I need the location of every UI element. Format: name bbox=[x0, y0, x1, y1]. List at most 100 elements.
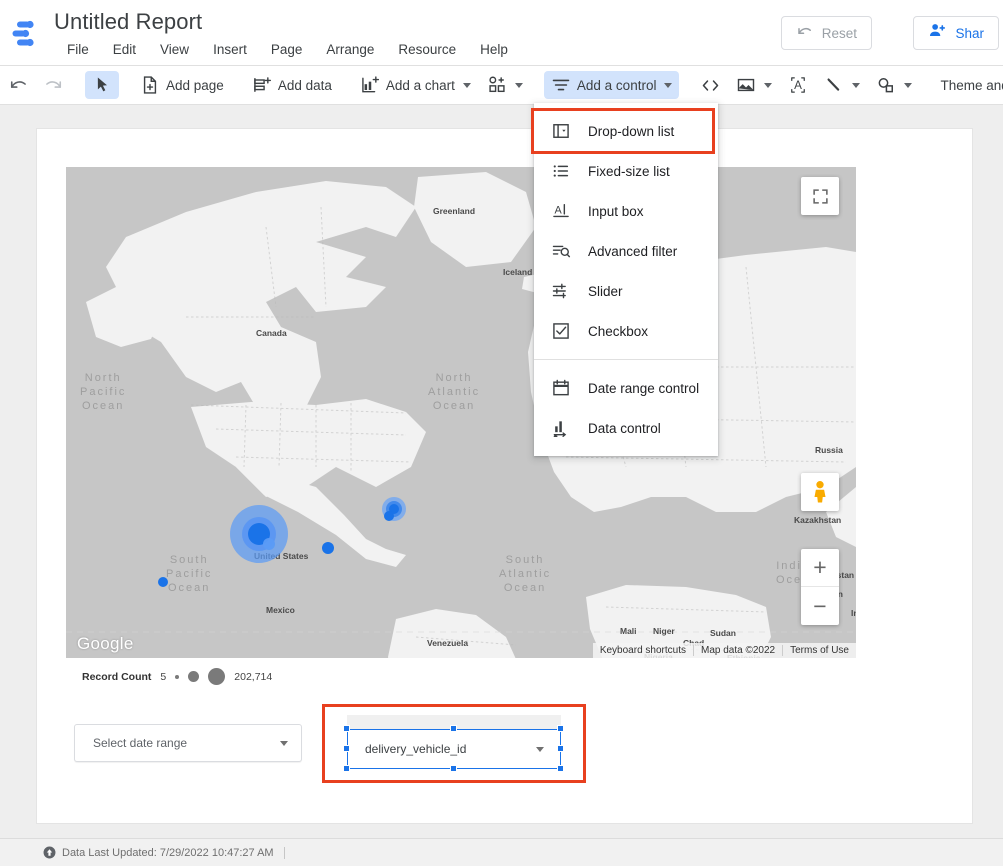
bar-chart-add-icon bbox=[360, 75, 380, 95]
menu-item-advanced-filter[interactable]: Advanced filter bbox=[534, 231, 718, 271]
menu-item-checkbox[interactable]: Checkbox bbox=[534, 311, 718, 351]
chevron-down-icon[interactable] bbox=[904, 83, 912, 88]
map-country-label: Niger bbox=[653, 626, 675, 636]
map-bubble[interactable] bbox=[263, 538, 275, 550]
redo-button[interactable] bbox=[37, 71, 71, 99]
theme-and-layout-button[interactable]: Theme and layout bbox=[933, 71, 1003, 99]
undo-button[interactable] bbox=[1, 71, 35, 99]
community-visualization-button[interactable] bbox=[480, 71, 530, 99]
map-bubble[interactable] bbox=[384, 511, 394, 521]
resize-handle-n[interactable] bbox=[450, 725, 457, 732]
redo-icon bbox=[44, 75, 64, 95]
add-data-icon bbox=[252, 75, 272, 95]
map-ocean-label: SouthPacificOcean bbox=[166, 553, 212, 595]
menu-insert[interactable]: Insert bbox=[201, 40, 259, 59]
map-country-label: Mali bbox=[620, 626, 637, 636]
add-control-menu[interactable]: Drop-down list Fixed-size list A Input b… bbox=[534, 103, 718, 456]
zoom-controls[interactable]: + − bbox=[801, 549, 839, 625]
date-range-control[interactable]: Select date range bbox=[74, 724, 302, 762]
resize-handle-sw[interactable] bbox=[343, 765, 350, 772]
chevron-down-icon[interactable] bbox=[764, 83, 772, 88]
chevron-down-icon[interactable] bbox=[463, 83, 471, 88]
menu-item-drop-down-list[interactable]: Drop-down list bbox=[534, 111, 718, 151]
chevron-down-icon[interactable] bbox=[515, 83, 523, 88]
map-bubble[interactable] bbox=[158, 577, 168, 587]
zoom-in-button[interactable]: + bbox=[801, 549, 839, 587]
menu-item-label: Date range control bbox=[588, 381, 699, 396]
looker-studio-logo-icon bbox=[12, 20, 44, 48]
line-button[interactable] bbox=[817, 71, 867, 99]
resize-handle-e[interactable] bbox=[557, 745, 564, 752]
menu-item-data-control[interactable]: Data control bbox=[534, 408, 718, 448]
map-ocean-label: NorthAtlanticOcean bbox=[428, 371, 480, 413]
resize-handle-nw[interactable] bbox=[343, 725, 350, 732]
refresh-icon[interactable] bbox=[43, 846, 56, 859]
menu-item-slider[interactable]: Slider bbox=[534, 271, 718, 311]
legend-dot-large bbox=[208, 668, 225, 685]
add-chart-button[interactable]: Add a chart bbox=[353, 71, 478, 99]
zoom-out-button[interactable]: − bbox=[801, 587, 839, 625]
menu-item-label: Drop-down list bbox=[588, 124, 674, 139]
map-legend: Record Count 5 202,714 bbox=[82, 668, 272, 685]
status-divider bbox=[284, 847, 285, 859]
theme-and-layout-label: Theme and layout bbox=[940, 78, 1003, 93]
map-bubble[interactable] bbox=[322, 542, 334, 554]
menu-item-fixed-size-list[interactable]: Fixed-size list bbox=[534, 151, 718, 191]
zoom-in-label: + bbox=[813, 556, 826, 579]
share-label: Shar bbox=[955, 26, 984, 41]
menu-view[interactable]: View bbox=[148, 40, 201, 59]
add-page-button[interactable]: Add page bbox=[133, 71, 231, 99]
menu-file[interactable]: File bbox=[55, 40, 101, 59]
chevron-down-icon[interactable] bbox=[536, 747, 544, 752]
slider-icon bbox=[551, 281, 571, 301]
reset-button[interactable]: Reset bbox=[781, 16, 872, 50]
resize-handle-ne[interactable] bbox=[557, 725, 564, 732]
resize-handle-w[interactable] bbox=[343, 745, 350, 752]
add-page-label: Add page bbox=[166, 78, 224, 93]
map-country-label: Mexico bbox=[266, 605, 295, 615]
menu-page[interactable]: Page bbox=[259, 40, 315, 59]
select-tool-button[interactable] bbox=[85, 71, 119, 99]
legend-max-value: 202,714 bbox=[234, 671, 272, 683]
chevron-down-icon[interactable] bbox=[280, 741, 288, 746]
resize-handle-s[interactable] bbox=[450, 765, 457, 772]
keyboard-shortcuts-link[interactable]: Keyboard shortcuts bbox=[593, 645, 693, 656]
report-workspace: NorthPacificOcean NorthAtlanticOcean Sou… bbox=[0, 105, 1003, 838]
menu-help[interactable]: Help bbox=[468, 40, 520, 59]
menu-edit[interactable]: Edit bbox=[101, 40, 148, 59]
menu-divider bbox=[534, 359, 718, 360]
map-country-label: Venezuela bbox=[427, 638, 468, 648]
street-view-pegman-button[interactable] bbox=[801, 473, 839, 511]
advanced-filter-icon bbox=[551, 241, 571, 261]
menu-item-input-box[interactable]: A Input box bbox=[534, 191, 718, 231]
menu-item-label: Fixed-size list bbox=[588, 164, 670, 179]
svg-text:A: A bbox=[554, 205, 562, 217]
resize-handle-se[interactable] bbox=[557, 765, 564, 772]
menu-item-date-range-control[interactable]: Date range control bbox=[534, 368, 718, 408]
menu-resource[interactable]: Resource bbox=[386, 40, 468, 59]
menu-item-label: Slider bbox=[588, 284, 623, 299]
text-box-button[interactable]: A bbox=[781, 71, 815, 99]
map-country-label: Russia bbox=[815, 445, 843, 455]
dropdown-control[interactable]: delivery_vehicle_id bbox=[347, 729, 561, 769]
legend-title: Record Count bbox=[82, 671, 151, 683]
embed-code-button[interactable] bbox=[693, 71, 727, 99]
add-data-button[interactable]: Add data bbox=[245, 71, 339, 99]
chevron-down-icon[interactable] bbox=[664, 83, 672, 88]
terms-of-use-link[interactable]: Terms of Use bbox=[782, 645, 856, 656]
page-title[interactable]: Untitled Report bbox=[54, 9, 202, 35]
map-data-copyright: Map data ©2022 bbox=[693, 645, 782, 656]
report-page[interactable]: NorthPacificOcean NorthAtlanticOcean Sou… bbox=[37, 129, 972, 823]
add-control-button[interactable]: Add a control bbox=[544, 71, 680, 99]
map-ocean-label: IndiOce bbox=[776, 559, 802, 587]
fullscreen-button[interactable] bbox=[801, 177, 839, 215]
add-data-label: Add data bbox=[278, 78, 332, 93]
image-button[interactable] bbox=[729, 71, 779, 99]
share-button[interactable]: Shar bbox=[913, 16, 999, 50]
shape-button[interactable] bbox=[869, 71, 919, 99]
chevron-down-icon[interactable] bbox=[852, 83, 860, 88]
map-ocean-label: NorthPacificOcean bbox=[80, 371, 126, 413]
menu-arrange[interactable]: Arrange bbox=[314, 40, 386, 59]
geo-bubble-map[interactable]: NorthPacificOcean NorthAtlanticOcean Sou… bbox=[66, 167, 856, 658]
add-page-icon bbox=[140, 75, 160, 95]
